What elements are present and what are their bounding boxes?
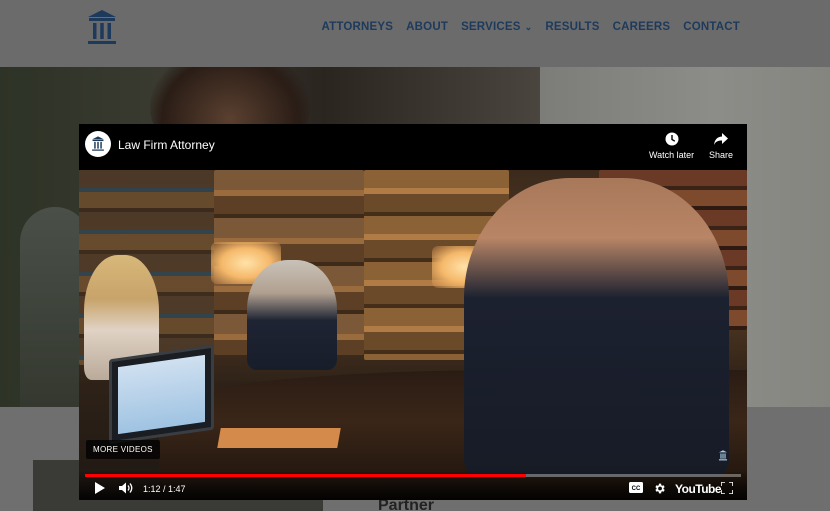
courthouse-icon <box>88 10 116 44</box>
youtube-logo[interactable]: YouTube <box>675 482 722 496</box>
video-frame[interactable] <box>79 170 747 500</box>
share-arrow-icon <box>714 133 729 145</box>
documents <box>217 428 341 448</box>
watch-later-button[interactable]: Watch later <box>649 132 694 160</box>
video-title[interactable]: Law Firm Attorney <box>118 138 215 152</box>
volume-icon <box>119 482 133 494</box>
progress-played <box>85 474 526 477</box>
nav-label: SERVICES <box>461 21 521 33</box>
firm-logo[interactable] <box>86 9 118 47</box>
share-button[interactable]: Share <box>709 132 733 160</box>
nav-label: CONTACT <box>683 21 740 33</box>
courthouse-icon <box>718 450 728 461</box>
player-controls: 1:12 / 1:47 CC YouTube <box>79 470 747 500</box>
nav-item-about[interactable]: ABOUT <box>406 21 448 33</box>
laptop <box>109 344 214 445</box>
nav-label: ATTORNEYS <box>321 21 394 33</box>
svg-text:CC: CC <box>632 486 641 492</box>
more-videos-button[interactable]: MORE VIDEOS <box>86 440 160 459</box>
nav-label: RESULTS <box>545 21 600 33</box>
video-player[interactable]: Law Firm Attorney Watch later Share MORE… <box>79 124 747 500</box>
captions-icon: CC <box>629 482 643 493</box>
player-title-bar: Law Firm Attorney Watch later Share <box>79 124 747 170</box>
fullscreen-icon <box>721 482 733 494</box>
nav-item-services[interactable]: SERVICES ⌄ <box>461 21 532 33</box>
captions-button[interactable]: CC <box>629 482 643 493</box>
settings-button[interactable] <box>653 482 666 495</box>
site-header: ATTORNEYS ABOUT SERVICES ⌄ RESULTS CAREER… <box>0 0 830 67</box>
fullscreen-button[interactable] <box>721 482 733 494</box>
volume-button[interactable] <box>119 482 134 494</box>
progress-bar[interactable] <box>85 474 741 477</box>
laptop-screen <box>118 354 205 435</box>
nav-item-results[interactable]: RESULTS <box>545 21 599 33</box>
nav-item-attorneys[interactable]: ATTORNEYS <box>322 21 394 33</box>
clock-icon <box>665 132 679 146</box>
share-label: Share <box>709 150 734 160</box>
nav-item-careers[interactable]: CAREERS <box>613 21 671 33</box>
play-button[interactable] <box>94 482 105 494</box>
nav-label: ABOUT <box>406 21 449 33</box>
attorney-figure <box>464 178 729 478</box>
firm-watermark <box>707 450 739 463</box>
play-icon <box>95 482 105 494</box>
gear-icon <box>655 483 665 494</box>
nav-item-contact[interactable]: CONTACT <box>683 21 740 33</box>
chevron-down-icon: ⌄ <box>524 21 533 32</box>
courthouse-icon <box>92 136 104 151</box>
channel-avatar[interactable] <box>85 131 111 157</box>
meeting-participant <box>247 260 337 370</box>
nav-label: CAREERS <box>612 21 671 33</box>
watch-later-label: Watch later <box>649 150 695 160</box>
time-display: 1:12 / 1:47 <box>143 484 186 494</box>
main-nav: ATTORNEYS ABOUT SERVICES ⌄ RESULTS CAREER… <box>322 21 741 33</box>
